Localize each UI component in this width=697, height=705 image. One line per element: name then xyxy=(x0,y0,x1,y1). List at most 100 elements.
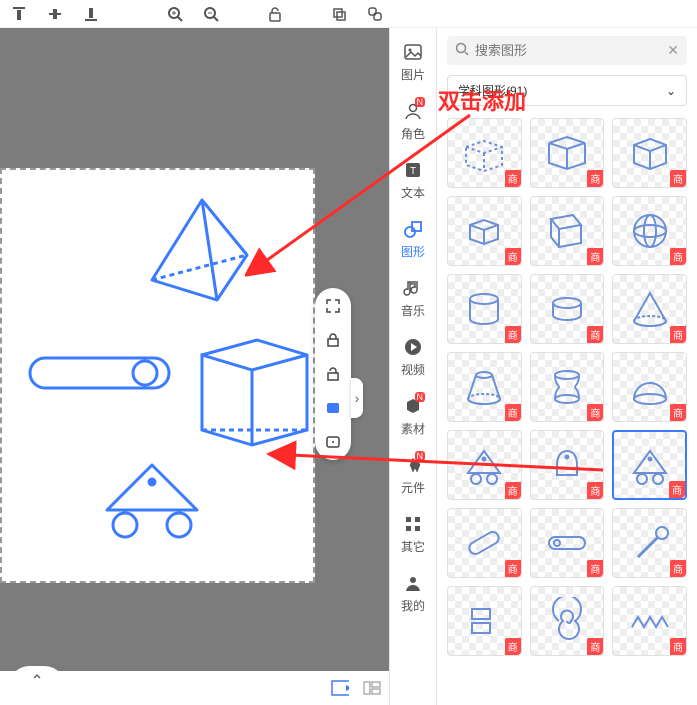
category-image[interactable]: 图片 xyxy=(401,42,425,83)
shape-tile-cylinder[interactable]: 商 xyxy=(447,274,522,344)
mine-icon xyxy=(403,573,423,593)
commercial-badge: 商 xyxy=(587,326,603,343)
shape-tile-lever[interactable]: 商 xyxy=(612,508,687,578)
shape-pill-slider[interactable] xyxy=(27,355,172,391)
floating-toolbar xyxy=(315,288,351,460)
category-music[interactable]: 音乐 xyxy=(401,278,425,319)
category-label: 图形 xyxy=(401,243,425,260)
commercial-badge: 商 xyxy=(670,404,686,421)
commercial-badge: 商 xyxy=(587,482,603,499)
commercial-badge: 商 xyxy=(670,326,686,343)
commercial-badge: 商 xyxy=(505,638,521,655)
shape-tile-cube-dashed[interactable]: 商 xyxy=(447,118,522,188)
commercial-badge: 商 xyxy=(505,404,521,421)
category-label: 角色 xyxy=(401,125,425,142)
commercial-badge: 商 xyxy=(587,560,603,577)
category-material[interactable]: 素材N xyxy=(401,396,425,437)
commercial-badge: 商 xyxy=(587,404,603,421)
shape-tile-box-open[interactable]: 商 xyxy=(530,118,605,188)
category-other[interactable]: 其它 xyxy=(401,514,425,555)
shape-tile-cone[interactable]: 商 xyxy=(612,274,687,344)
chevron-down-icon: ⌄ xyxy=(666,84,676,98)
music-icon xyxy=(403,278,423,298)
unlock-icon[interactable] xyxy=(266,5,284,23)
category-text[interactable]: T 文本 xyxy=(401,160,425,201)
commercial-badge: 商 xyxy=(670,248,686,265)
commercial-badge: 商 xyxy=(505,482,521,499)
shape-tile-cart-triangle-active[interactable]: 商 xyxy=(612,430,687,500)
text-icon: T xyxy=(403,160,423,180)
shape-pyramid[interactable] xyxy=(147,195,252,305)
category-mine[interactable]: 我的 xyxy=(401,573,425,614)
search-box[interactable]: ✕ xyxy=(447,36,687,65)
shape-tile-pill[interactable]: 商 xyxy=(530,508,605,578)
category-label: 音乐 xyxy=(401,302,425,319)
video-icon xyxy=(403,337,423,357)
category-shape[interactable]: 图形 xyxy=(401,219,425,260)
fullscreen-icon[interactable] xyxy=(325,298,341,314)
commercial-badge: 商 xyxy=(670,560,686,577)
shape-tile-frustum[interactable]: 商 xyxy=(447,352,522,422)
shapes-grid: 商商商商商商商商商商商商商商商商商商商商商 xyxy=(447,118,687,662)
category-label: 文本 xyxy=(401,184,425,201)
shape-prism[interactable] xyxy=(197,335,312,450)
footer-tab-handle[interactable] xyxy=(8,666,66,688)
canvas-area[interactable]: › xyxy=(0,28,389,705)
shape-tile-pill-angled[interactable]: 商 xyxy=(447,508,522,578)
align-top-icon[interactable] xyxy=(10,5,28,23)
shape-tile-spiral[interactable]: 商 xyxy=(530,586,605,656)
category-label: 元件 xyxy=(401,479,425,496)
shape-tile-prism-skew[interactable]: 商 xyxy=(530,196,605,266)
shape-tile-cart-triangle[interactable]: 商 xyxy=(447,430,522,500)
align-middle-icon[interactable] xyxy=(46,5,64,23)
rotate-icon[interactable] xyxy=(325,366,341,382)
commercial-badge: 商 xyxy=(587,248,603,265)
copy-icon[interactable] xyxy=(330,5,348,23)
zoom-in-icon[interactable] xyxy=(166,5,184,23)
category-label: 视频 xyxy=(401,361,425,378)
text-tool-icon[interactable] xyxy=(325,434,341,450)
shapes-panel: ✕ 学科图形(91) ⌄ 商商商商商商商商商商商商商商商商商商商商商 xyxy=(437,28,697,705)
category-dropdown[interactable]: 学科图形(91) ⌄ xyxy=(447,75,687,106)
shape-tile-sphere[interactable]: 商 xyxy=(612,196,687,266)
search-icon xyxy=(455,42,469,59)
shape-cart-triangle[interactable] xyxy=(97,460,207,540)
search-input[interactable] xyxy=(475,43,661,58)
zoom-out-icon[interactable] xyxy=(202,5,220,23)
commercial-badge: 商 xyxy=(669,481,685,498)
lock-shape-icon[interactable] xyxy=(325,332,341,348)
layout-icon[interactable] xyxy=(363,681,381,695)
shape-tile-dome[interactable]: 商 xyxy=(612,352,687,422)
panel-expand-handle[interactable]: › xyxy=(351,378,363,418)
commercial-badge: 商 xyxy=(670,170,686,187)
category-label: 其它 xyxy=(401,538,425,555)
canvas[interactable] xyxy=(0,168,315,583)
fill-icon[interactable] xyxy=(325,400,341,416)
new-badge: N xyxy=(415,97,426,107)
align-bottom-icon[interactable] xyxy=(82,5,100,23)
category-rail: 图片角色NT文本图形音乐视频素材N元件N其它我的 xyxy=(389,28,437,705)
shape-tile-cube-small[interactable]: 商 xyxy=(447,196,522,266)
commercial-badge: 商 xyxy=(505,248,521,265)
shape-tile-cube-solid[interactable]: 商 xyxy=(612,118,687,188)
page-thumb-icon[interactable] xyxy=(331,681,349,695)
dropdown-label: 学科图形(91) xyxy=(458,82,527,99)
category-label: 图片 xyxy=(401,66,425,83)
footer-bar xyxy=(0,671,389,705)
category-label: 我的 xyxy=(401,597,425,614)
shape-tile-zigzag[interactable]: 商 xyxy=(612,586,687,656)
category-component[interactable]: 元件N xyxy=(401,455,425,496)
category-role[interactable]: 角色N xyxy=(401,101,425,142)
clear-icon[interactable]: ✕ xyxy=(667,42,679,59)
image-icon xyxy=(403,42,423,62)
copy-group-icon[interactable] xyxy=(366,5,384,23)
commercial-badge: 商 xyxy=(505,560,521,577)
shape-tile-hourglass[interactable]: 商 xyxy=(530,352,605,422)
new-badge: N xyxy=(415,451,426,461)
commercial-badge: 商 xyxy=(587,170,603,187)
shape-tile-bell[interactable]: 商 xyxy=(530,430,605,500)
shape-icon xyxy=(403,219,423,239)
category-video[interactable]: 视频 xyxy=(401,337,425,378)
shape-tile-rects-stack[interactable]: 商 xyxy=(447,586,522,656)
shape-tile-cylinder-short[interactable]: 商 xyxy=(530,274,605,344)
